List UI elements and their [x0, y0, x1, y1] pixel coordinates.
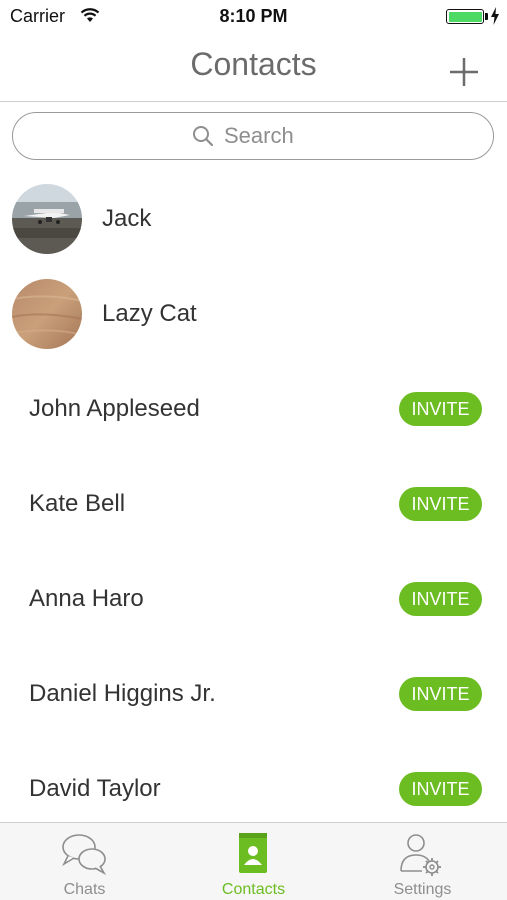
contact-name: Anna Haro — [29, 585, 144, 612]
contact-row: John Appleseed INVITE — [0, 362, 507, 457]
invite-button[interactable]: INVITE — [399, 582, 482, 616]
friend-row-lazy-cat[interactable]: Lazy Cat — [0, 267, 507, 362]
contact-row: Daniel Higgins Jr. INVITE — [0, 647, 507, 742]
contact-name: Daniel Higgins Jr. — [29, 680, 216, 707]
tab-bar: Chats Contacts Settings — [0, 822, 507, 900]
user-gear-icon — [400, 834, 441, 876]
contact-name: Kate Bell — [29, 490, 126, 517]
invite-button[interactable]: INVITE — [399, 772, 482, 806]
page-title: Contacts — [190, 46, 317, 82]
invite-button[interactable]: INVITE — [399, 487, 482, 521]
sand-texture-photo — [12, 279, 82, 349]
tab-chats[interactable]: Chats — [0, 823, 169, 900]
add-contact-button[interactable] — [446, 54, 482, 90]
clock-label: 8:10 PM — [219, 6, 288, 26]
contact-name: John Appleseed — [29, 395, 200, 422]
battery-level-fill — [448, 11, 482, 22]
friend-row-jack[interactable]: Jack — [0, 172, 507, 267]
charging-bolt-icon — [491, 7, 499, 25]
avatar — [12, 279, 82, 349]
friend-name: Jack — [102, 205, 152, 232]
tab-label: Settings — [393, 881, 452, 898]
search-input[interactable] — [224, 123, 314, 149]
tab-label: Contacts — [221, 881, 286, 898]
status-bar: Carrier 8:10 PM — [0, 0, 507, 34]
contact-book-icon — [239, 833, 267, 873]
chat-bubbles-icon — [62, 834, 107, 876]
airplane-photo — [12, 184, 82, 254]
contact-row: Kate Bell INVITE — [0, 457, 507, 552]
tab-contacts[interactable]: Contacts — [169, 823, 338, 900]
avatar — [12, 184, 82, 254]
battery-icon — [446, 9, 484, 24]
invite-button[interactable]: INVITE — [399, 392, 482, 426]
search-icon — [193, 126, 214, 147]
battery-tip — [485, 13, 488, 20]
contact-name: David Taylor — [29, 775, 161, 802]
friend-name: Lazy Cat — [102, 300, 197, 327]
search-bar[interactable] — [12, 112, 494, 160]
invite-button[interactable]: INVITE — [399, 677, 482, 711]
nav-bar: Contacts — [0, 34, 507, 102]
contact-row: Anna Haro INVITE — [0, 552, 507, 647]
tab-settings[interactable]: Settings — [338, 823, 507, 900]
tab-label: Chats — [63, 881, 106, 898]
plus-icon — [450, 58, 478, 86]
